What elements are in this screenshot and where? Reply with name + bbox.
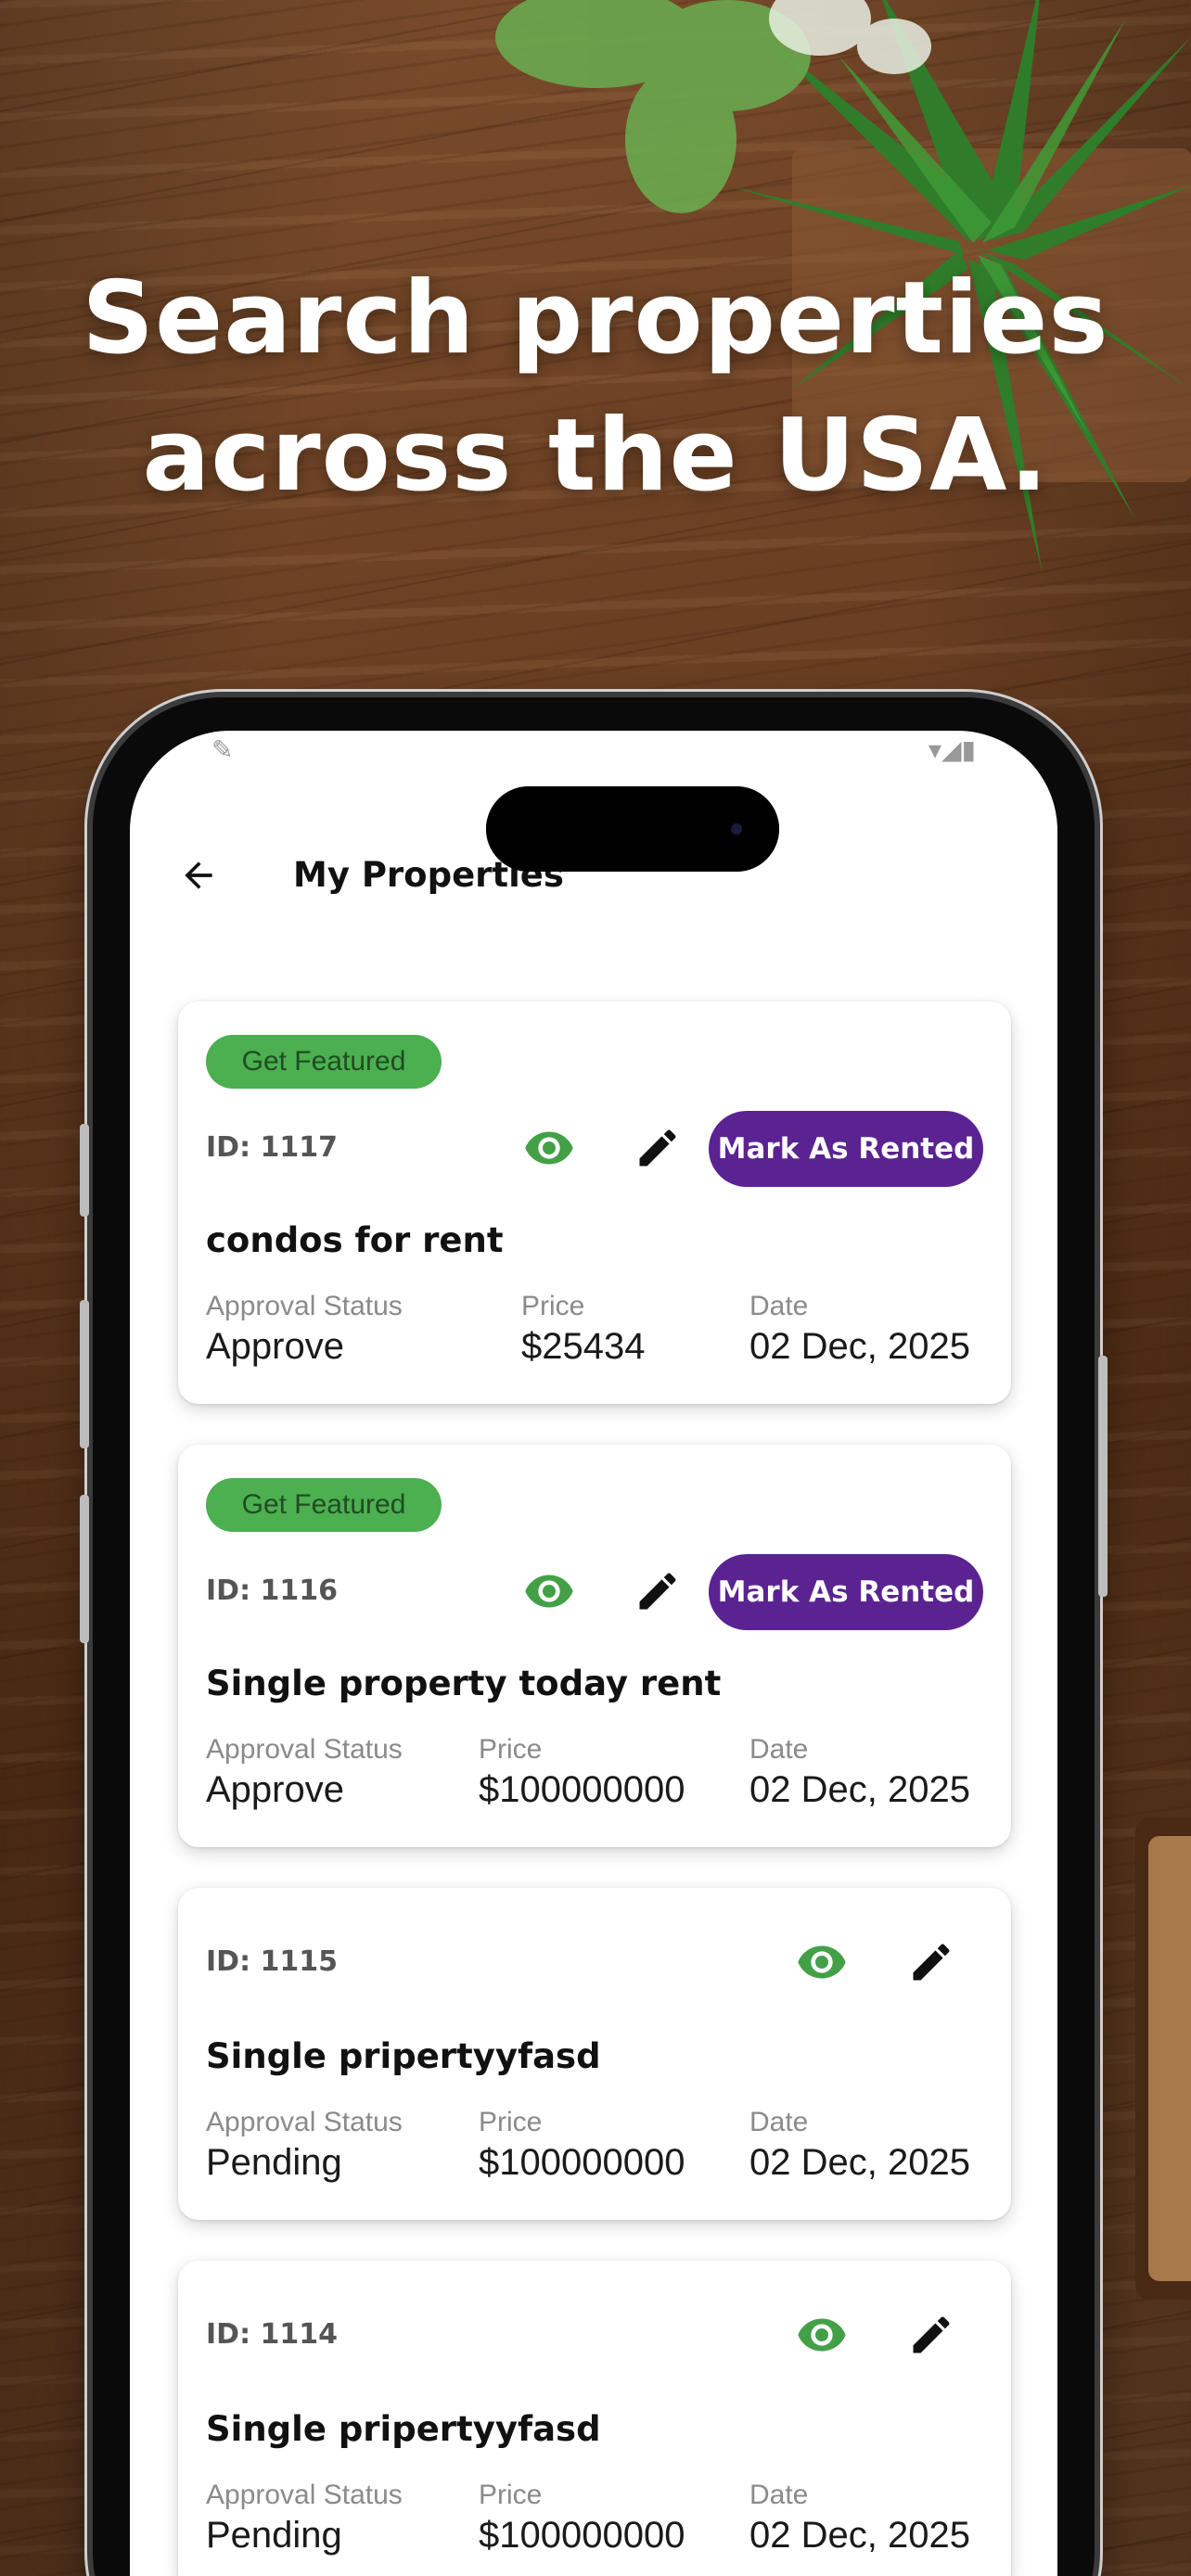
camera-icon [731,823,742,835]
price-label: Price [479,2107,543,2137]
price-value: $25434 [521,1326,646,1367]
status-bar-icons-right: ▾◢▮ [928,735,976,764]
back-arrow-icon[interactable] [171,848,226,903]
headline: Search properties across the USA. [0,250,1191,525]
property-card[interactable]: ID: 1114 Single pripertyyfasd Approval S… [178,2261,1011,2576]
price-label: Price [521,1291,585,1321]
eye-icon[interactable] [521,1120,577,1176]
date-label: Date [749,1291,809,1321]
date-label: Date [749,2480,809,2510]
property-id: ID: 1114 [206,2318,339,2351]
approval-status-label: Approval Status [206,1291,403,1321]
eye-icon[interactable] [794,1934,850,1990]
dynamic-island-overlay [486,786,779,872]
property-title: condos for rent [206,1220,504,1260]
property-title: Single pripertyyfasd [206,2409,601,2449]
price-value: $100000000 [479,2142,685,2183]
approval-status-value: Pending [206,2142,342,2183]
mark-as-rented-button[interactable]: Mark As Rented [709,1554,983,1630]
pencil-icon[interactable] [903,1934,959,1990]
date-value: 02 Dec, 2025 [749,2142,970,2183]
approval-status-label: Approval Status [206,2107,403,2137]
phone-frame: ✎ ▾◢▮ My Properties Get Featured ID: 111… [80,697,1108,2576]
approval-status-value: Approve [206,1326,344,1367]
approval-status-label: Approval Status [206,2480,403,2510]
pencil-icon[interactable] [903,2307,959,2363]
property-id: ID: 1116 [206,1575,339,1607]
phone-screen: ✎ ▾◢▮ My Properties Get Featured ID: 111… [130,731,1057,2576]
approval-status-label: Approval Status [206,1734,403,1765]
get-featured-button[interactable]: Get Featured [206,1035,442,1089]
headline-line-2: across the USA. [142,398,1049,514]
notebook-decoration [1135,1817,1191,2300]
headline-line-1: Search properties [82,261,1109,376]
property-id: ID: 1115 [206,1945,339,1978]
date-value: 02 Dec, 2025 [749,1769,970,1810]
date-label: Date [749,1734,809,1765]
get-featured-button[interactable]: Get Featured [206,1478,442,1532]
phone-side-button [80,1495,89,1643]
property-card[interactable]: Get Featured ID: 1117 Mark As Rented con… [178,1001,1011,1404]
status-bar-icons-left: ✎ [211,735,234,764]
pencil-icon[interactable] [630,1120,685,1176]
eye-icon[interactable] [521,1563,577,1619]
price-label: Price [479,2480,543,2510]
phone-side-button [80,1124,89,1217]
approval-status-value: Pending [206,2515,342,2556]
property-id: ID: 1117 [206,1131,339,1164]
phone-side-button [80,1300,89,1448]
phone-side-button [1098,1356,1108,1597]
date-label: Date [749,2107,809,2137]
price-label: Price [479,1734,543,1765]
approval-status-value: Approve [206,1769,344,1810]
property-title: Single pripertyyfasd [206,2036,601,2076]
eye-icon[interactable] [794,2307,850,2363]
mark-as-rented-button[interactable]: Mark As Rented [709,1111,983,1187]
property-card[interactable]: ID: 1115 Single pripertyyfasd Approval S… [178,1888,1011,2220]
price-value: $100000000 [479,2515,685,2556]
date-value: 02 Dec, 2025 [749,1326,970,1367]
date-value: 02 Dec, 2025 [749,2515,970,2556]
property-card[interactable]: Get Featured ID: 1116 Mark As Rented Sin… [178,1445,1011,1847]
pencil-icon[interactable] [630,1563,685,1619]
price-value: $100000000 [479,1769,685,1810]
property-title: Single property today rent [206,1664,722,1703]
